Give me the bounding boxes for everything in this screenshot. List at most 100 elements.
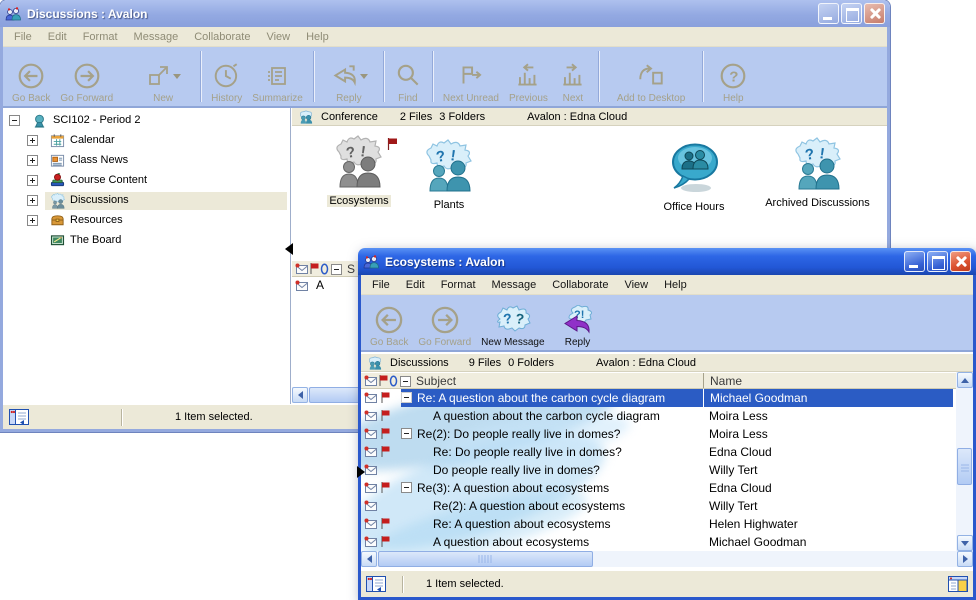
maximize-button[interactable]	[927, 251, 948, 272]
next-unread-icon	[456, 60, 486, 92]
toolbar-history[interactable]: History	[206, 47, 247, 106]
toolbar-next[interactable]: Next	[553, 47, 593, 106]
summarize-icon	[265, 60, 291, 92]
expand-box-icon[interactable]	[27, 175, 38, 186]
toolbar-previous[interactable]: Previous	[504, 47, 553, 106]
toolbar-go-forward[interactable]: Go Forward	[55, 47, 118, 106]
menu-collaborate[interactable]: Collaborate	[186, 28, 258, 46]
message-row[interactable]: Re(2): Do people really live in domes? M…	[361, 425, 953, 443]
flag-column-icon[interactable]	[309, 262, 320, 275]
scroll-left-button[interactable]	[292, 387, 308, 403]
expand-box-icon[interactable]	[27, 135, 38, 146]
column-header-name[interactable]: Name	[703, 373, 742, 388]
tree-item-course-content[interactable]: Course Content	[3, 172, 290, 191]
chevron-down-icon[interactable]	[173, 74, 181, 83]
menu-view[interactable]: View	[616, 276, 656, 294]
panel-toggle-icon[interactable]	[366, 576, 386, 592]
scroll-left-button[interactable]	[361, 551, 377, 567]
go-back-icon	[17, 60, 45, 92]
message-column-icon[interactable]	[364, 375, 378, 387]
message-column-icon[interactable]	[295, 263, 309, 275]
toolbar-find[interactable]: Find	[389, 47, 427, 106]
toolbar-help[interactable]: ? Help	[714, 47, 752, 106]
message-row[interactable]: Re: A question about the carbon cycle di…	[361, 389, 953, 407]
tree-item-resources[interactable]: Resources	[3, 212, 290, 231]
close-button[interactable]	[950, 251, 971, 272]
toolbar-summarize[interactable]: Summarize	[247, 47, 308, 106]
attachment-column-icon[interactable]	[320, 263, 329, 275]
collapse-all-icon[interactable]	[400, 376, 411, 387]
split-view-icon[interactable]	[948, 576, 968, 592]
menu-format[interactable]: Format	[75, 28, 126, 46]
toolbar-label: Go Back	[12, 93, 50, 104]
expand-box-icon[interactable]	[27, 195, 38, 206]
expand-box-icon[interactable]	[27, 155, 38, 166]
menu-help[interactable]: Help	[656, 276, 695, 294]
toolbar-new-message[interactable]: ?? New Message	[476, 295, 549, 350]
minimize-button[interactable]	[818, 3, 839, 24]
window-title: Discussions : Avalon	[27, 7, 818, 21]
menu-format[interactable]: Format	[433, 276, 484, 294]
title-bar[interactable]: Ecosystems : Avalon	[358, 248, 976, 275]
panel-toggle-icon[interactable]	[9, 409, 29, 425]
message-row[interactable]: A question about ecosystems Michael Good…	[361, 533, 953, 551]
title-bar[interactable]: Discussions : Avalon	[0, 0, 890, 27]
menu-edit[interactable]: Edit	[40, 28, 75, 46]
column-header-subject-fragment[interactable]: S	[347, 262, 355, 276]
message-row[interactable]: Re: A question about ecosystems Helen Hi…	[361, 515, 953, 533]
menu-help[interactable]: Help	[298, 28, 337, 46]
scroll-down-button[interactable]	[957, 535, 973, 551]
tree-item-the-board[interactable]: The Board	[3, 232, 290, 251]
toolbar-label: New Message	[481, 337, 544, 348]
discussion-conference-icon: ?!	[332, 135, 386, 189]
menu-edit[interactable]: Edit	[398, 276, 433, 294]
collapse-box-icon[interactable]	[9, 115, 20, 126]
minimize-button[interactable]	[904, 251, 925, 272]
toolbar-go-back[interactable]: Go Back	[7, 47, 55, 106]
tree-item-course-root[interactable]: SCI102 - Period 2	[3, 112, 290, 131]
tree-item-calendar[interactable]: Calendar	[3, 132, 290, 151]
folder-count: 3 Folders	[439, 111, 485, 123]
column-header-subject[interactable]: Subject	[416, 374, 456, 388]
message-row[interactable]: Re(3): A question about ecosystems Edna …	[361, 479, 953, 497]
toolbar-go-back[interactable]: Go Back	[365, 295, 413, 350]
menu-message[interactable]: Message	[484, 276, 545, 294]
scroll-right-button[interactable]	[957, 551, 973, 567]
message-row[interactable]: Re: Do people really live in domes? Edna…	[361, 443, 953, 461]
menu-collaborate[interactable]: Collaborate	[544, 276, 616, 294]
menu-view[interactable]: View	[258, 28, 298, 46]
conference-item-archived-discussions[interactable]: ?! Archived Discussions	[748, 137, 887, 209]
message-row[interactable]: Re(2): A question about ecosystems Willy…	[361, 497, 953, 515]
close-button[interactable]	[864, 3, 885, 24]
maximize-button[interactable]	[841, 3, 862, 24]
scrollbar-thumb[interactable]	[378, 551, 593, 567]
toolbar-add-to-desktop[interactable]: Add to Desktop	[612, 47, 690, 106]
scroll-up-button[interactable]	[957, 372, 973, 388]
menu-message[interactable]: Message	[126, 28, 187, 46]
toolbar-new[interactable]: New	[140, 47, 186, 106]
message-row[interactable]: Do people really live in domes? Willy Te…	[361, 461, 953, 479]
menu-file[interactable]: File	[364, 276, 398, 294]
scrollbar-thumb[interactable]	[957, 448, 972, 485]
collapse-all-icon[interactable]	[331, 264, 342, 275]
message-author: Moira Less	[709, 409, 768, 423]
collapse-box-icon[interactable]	[401, 392, 412, 403]
collapse-box-icon[interactable]	[401, 428, 412, 439]
toolbar-go-forward[interactable]: Go Forward	[413, 295, 476, 350]
message-row[interactable]: A question about the carbon cycle diagra…	[361, 407, 953, 425]
menu-file[interactable]: File	[6, 28, 40, 46]
attachment-column-icon[interactable]	[389, 375, 398, 387]
tree-item-class-news[interactable]: Class News	[3, 152, 290, 171]
chevron-down-icon[interactable]	[360, 74, 368, 83]
conference-item-office-hours[interactable]: Office Hours	[632, 141, 756, 213]
collapse-box-icon[interactable]	[401, 482, 412, 493]
toolbar-reply[interactable]: ?! Reply	[554, 295, 602, 350]
tree-item-label: Discussions	[70, 194, 129, 206]
conference-item-plants[interactable]: ?! Plants	[389, 139, 509, 211]
discussion-conference-icon: ?!	[791, 137, 845, 191]
toolbar-next-unread[interactable]: Next Unread	[438, 47, 504, 106]
expand-box-icon[interactable]	[27, 215, 38, 226]
tree-item-discussions[interactable]: Discussions	[3, 192, 290, 211]
flag-column-icon[interactable]	[378, 374, 389, 387]
toolbar-reply[interactable]: Reply	[325, 47, 373, 106]
